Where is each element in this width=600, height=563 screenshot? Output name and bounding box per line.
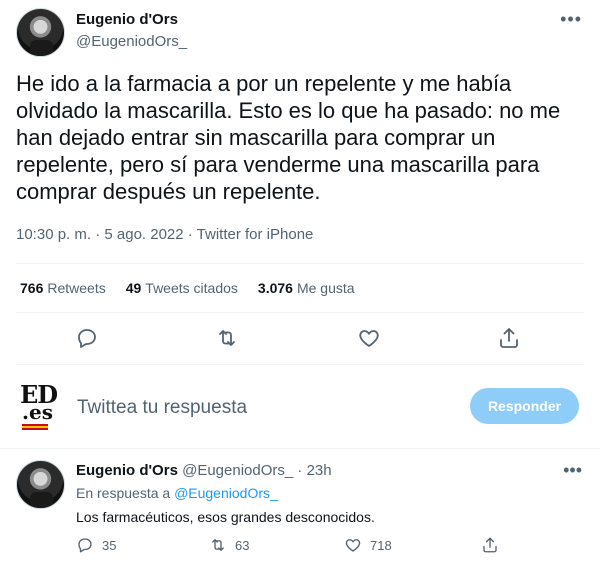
reply-button[interactable]: Responder bbox=[470, 388, 579, 424]
retweet-action[interactable]: 63 bbox=[209, 536, 249, 554]
tweet-meta[interactable]: 10:30 p. m. · 5 ago. 2022 · Twitter for … bbox=[16, 226, 313, 243]
reply-input[interactable]: Twittea tu respuesta bbox=[77, 397, 247, 419]
reply-composer: ED .es Twittea tu respuesta Responder bbox=[0, 370, 600, 444]
reply-time[interactable]: 23h bbox=[307, 462, 332, 479]
spain-flag-icon bbox=[22, 424, 48, 430]
divider bbox=[16, 312, 584, 313]
like-icon bbox=[345, 539, 361, 552]
avatar[interactable] bbox=[16, 8, 65, 57]
share-action[interactable] bbox=[481, 536, 499, 554]
reply-icon[interactable] bbox=[75, 326, 99, 350]
reply-author-handle[interactable]: @EugeniodOrs_ bbox=[182, 462, 293, 479]
like-icon[interactable] bbox=[357, 326, 381, 350]
divider bbox=[0, 448, 600, 449]
quotes-stat[interactable]: 49 Tweets citados bbox=[126, 280, 238, 296]
reply-header: Eugenio d'Ors @EugeniodOrs_ · 23h bbox=[76, 462, 332, 479]
likes-stat[interactable]: 3.076 Me gusta bbox=[258, 280, 355, 296]
reply-icon bbox=[78, 538, 92, 553]
avatar[interactable] bbox=[16, 460, 65, 509]
share-icon bbox=[483, 537, 497, 553]
divider bbox=[16, 364, 584, 365]
retweets-stat[interactable]: 766 Retweets bbox=[20, 280, 106, 296]
separator: · bbox=[297, 462, 303, 479]
logo-text-bottom: .es bbox=[22, 400, 53, 424]
mention-link[interactable]: @EugeniodOrs_ bbox=[174, 485, 278, 501]
in-reply-prefix: En respuesta a bbox=[76, 485, 171, 501]
reply-tweet[interactable]: Eugenio d'Ors @EugeniodOrs_ · 23h ••• En… bbox=[0, 452, 600, 563]
retweet-count: 63 bbox=[235, 537, 250, 553]
ed-logo: ED .es bbox=[18, 380, 60, 430]
like-action[interactable]: 718 bbox=[344, 536, 392, 554]
tweet-actions bbox=[0, 322, 600, 356]
reply-action[interactable]: 35 bbox=[76, 536, 116, 554]
reply-text: Los farmacéuticos, esos grandes desconoc… bbox=[76, 509, 375, 525]
share-icon[interactable] bbox=[497, 326, 521, 350]
in-reply-to: En respuesta a @EugeniodOrs_ bbox=[76, 485, 278, 501]
like-count: 718 bbox=[370, 537, 392, 553]
ellipsis-icon[interactable]: ••• bbox=[560, 9, 582, 30]
reply-author-name[interactable]: Eugenio d'Ors bbox=[76, 462, 178, 479]
tweet-text: He ido a la farmacia a por un repelente … bbox=[16, 71, 561, 204]
author-handle[interactable]: @EugeniodOrs_ bbox=[76, 33, 187, 50]
retweet-icon[interactable] bbox=[215, 326, 239, 350]
divider bbox=[16, 263, 584, 264]
reply-actions: 35 63 718 bbox=[76, 536, 596, 558]
ellipsis-icon[interactable]: ••• bbox=[563, 460, 582, 481]
retweet-icon bbox=[212, 539, 224, 551]
tweet-stats: 766 Retweets 49 Tweets citados 3.076 Me gus… bbox=[20, 280, 355, 296]
reply-count: 35 bbox=[102, 537, 117, 553]
author-name[interactable]: Eugenio d'Ors bbox=[76, 11, 178, 28]
